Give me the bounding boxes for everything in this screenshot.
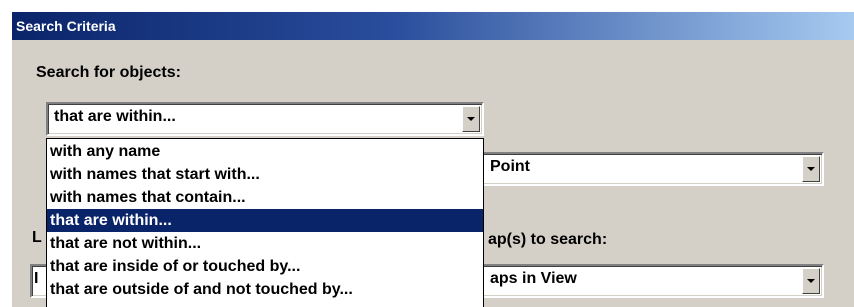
search-type-dropdown-list: with any name with names that start with…	[46, 138, 484, 307]
dropdown-option-outside-not-touched[interactable]: that are outside of and not touched by..…	[47, 278, 483, 301]
maps-to-search-dropdown-button[interactable]	[802, 268, 820, 294]
dropdown-option-start-with[interactable]: with names that start with...	[47, 163, 483, 186]
search-type-combo[interactable]: that are within...	[46, 102, 484, 136]
chevron-down-icon	[807, 167, 815, 171]
search-for-label: Search for objects:	[36, 64, 181, 81]
maps-to-search-combo[interactable]: aps in View	[472, 264, 824, 298]
maps-to-search-value: aps in View	[490, 270, 577, 287]
dropdown-option-any-name[interactable]: with any name	[47, 140, 483, 163]
search-criteria-dialog: Search Criteria Search for objects: that…	[12, 12, 854, 307]
chevron-down-icon	[807, 279, 815, 283]
reference-object-dropdown-button[interactable]	[802, 156, 820, 182]
dropdown-option-contain[interactable]: with names that contain...	[47, 186, 483, 209]
reference-object-combo[interactable]: Point	[472, 152, 824, 186]
dropdown-option-not-within[interactable]: that are not within...	[47, 232, 483, 255]
chevron-down-icon	[467, 117, 475, 121]
window-title: Search Criteria	[16, 18, 116, 34]
maps-to-search-label: ap(s) to search:	[488, 231, 608, 248]
dropdown-option-within[interactable]: that are within...	[47, 209, 483, 232]
partial-left-input-value: I	[34, 270, 39, 287]
search-type-value: that are within...	[54, 108, 176, 125]
search-type-dropdown-button[interactable]	[462, 106, 480, 132]
dropdown-option-inside-or-touched[interactable]: that are inside of or touched by...	[47, 255, 483, 278]
partial-left-label: L	[32, 229, 42, 246]
title-bar[interactable]: Search Criteria	[12, 12, 854, 40]
reference-object-value: Point	[490, 158, 530, 175]
